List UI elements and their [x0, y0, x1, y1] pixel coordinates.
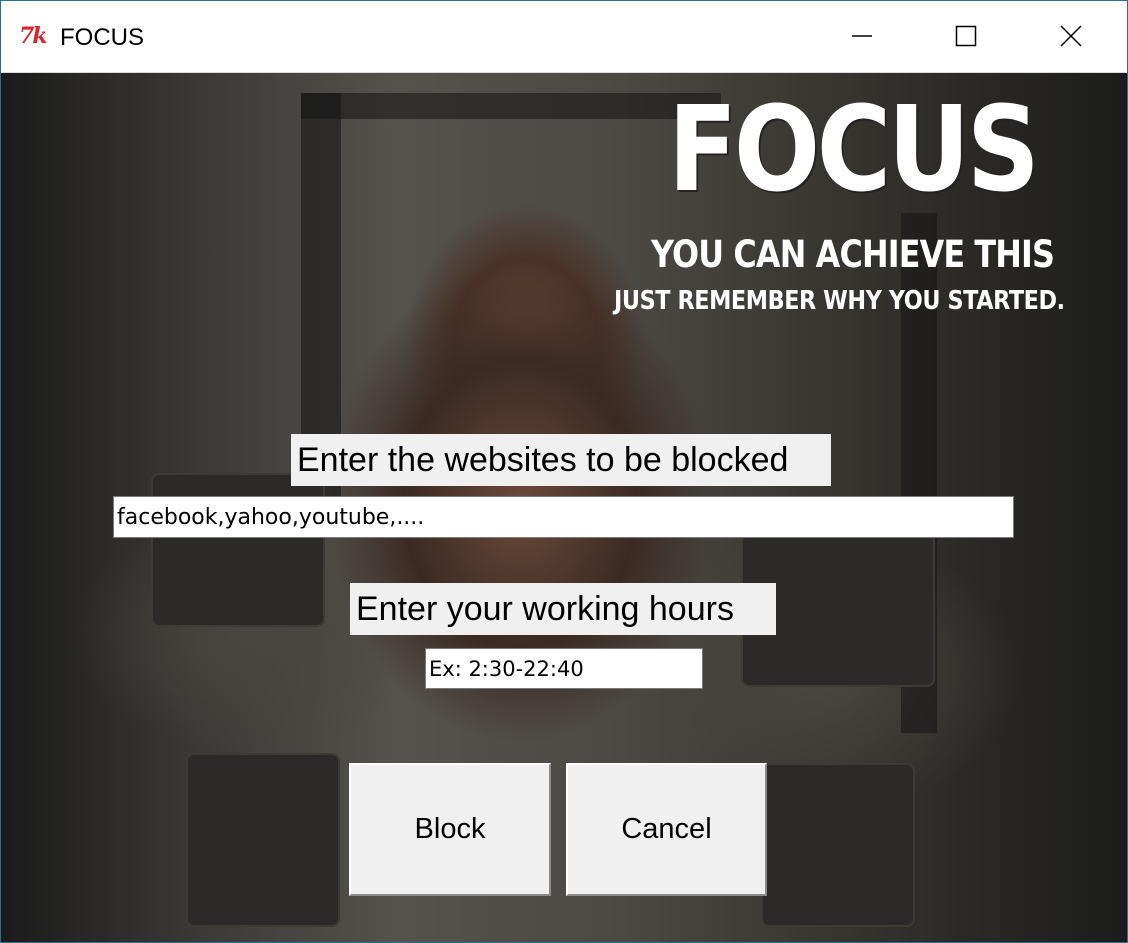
background-poster: FOCUS YOU CAN ACHIEVE THIS JUST REMEMBER…: [1, 73, 1127, 942]
cancel-button[interactable]: Cancel: [566, 763, 767, 896]
window-title: FOCUS: [60, 24, 144, 51]
minimize-icon: [852, 35, 872, 37]
websites-label: Enter the websites to be blocked: [291, 434, 831, 486]
dumbbell-left-lower: [186, 753, 340, 927]
maximize-button[interactable]: [914, 1, 1018, 71]
minimize-button[interactable]: [810, 1, 914, 71]
gym-rack-top: [301, 93, 721, 119]
maximize-icon: [955, 25, 977, 47]
app-window: 7k FOCUS FOCUS YOU CAN ACHIEVE THIS JUST…: [0, 0, 1128, 943]
poster-subtitle: YOU CAN ACHIEVE THIS: [651, 233, 1055, 276]
close-icon: [1060, 25, 1082, 47]
close-button[interactable]: [1019, 1, 1123, 71]
websites-input[interactable]: [113, 496, 1014, 538]
tk-feather-icon: 7k: [19, 23, 48, 49]
working-hours-label: Enter your working hours: [350, 583, 776, 635]
block-button[interactable]: Block: [349, 763, 551, 896]
poster-tagline: JUST REMEMBER WHY YOU STARTED.: [614, 286, 1065, 316]
working-hours-input[interactable]: [425, 648, 703, 689]
poster-headline: FOCUS: [668, 80, 1040, 218]
dumbbell-right-lower: [761, 763, 915, 927]
title-bar[interactable]: 7k FOCUS: [1, 1, 1127, 73]
